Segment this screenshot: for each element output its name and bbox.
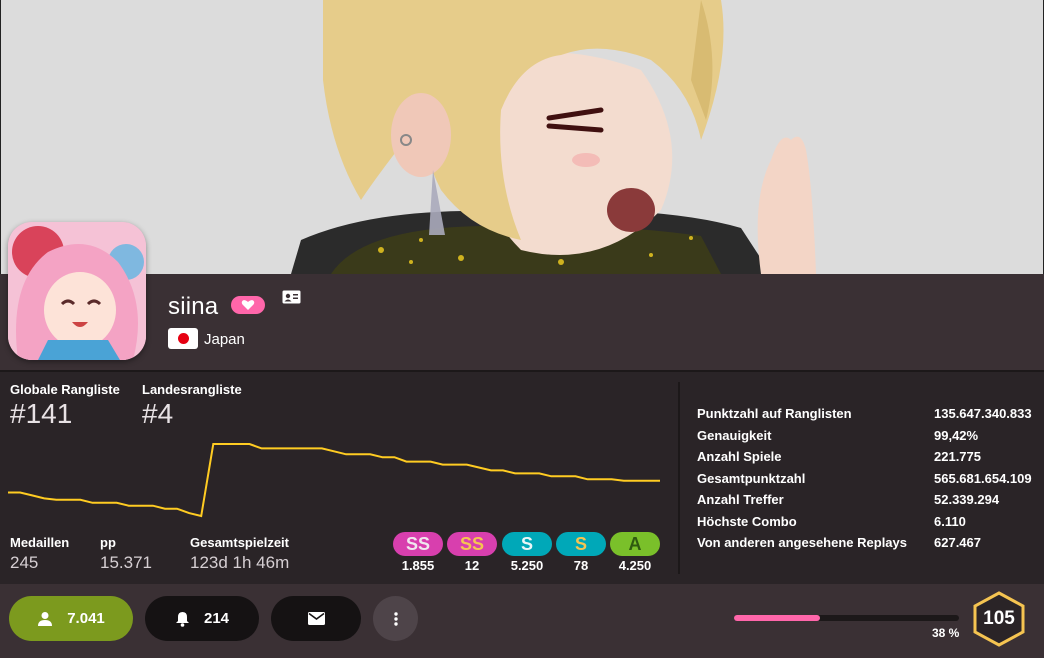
- max-combo-value: 6.110: [934, 514, 966, 529]
- global-rank-label: Globale Rangliste: [10, 382, 120, 397]
- grade-ss-silver-badge: SS: [393, 532, 443, 556]
- country-rank-label: Landesrangliste: [142, 382, 242, 397]
- avatar[interactable]: [8, 222, 146, 360]
- level-progress-bar: [734, 615, 959, 621]
- grade-ss-silver-count: 1.855: [401, 558, 435, 573]
- play-count-label: Anzahl Spiele: [697, 449, 782, 464]
- grade-s-badge: S: [556, 532, 606, 556]
- grade-s-count: 78: [573, 558, 589, 573]
- global-rank-value: #141: [10, 398, 73, 429]
- supporter-heart-icon[interactable]: [231, 296, 265, 314]
- more-options-button[interactable]: [373, 596, 418, 641]
- rank-history-graph[interactable]: [8, 440, 660, 520]
- grade-a-count: 4.250: [618, 558, 652, 573]
- japan-flag-icon: [168, 328, 198, 349]
- rank-history-line: [8, 443, 660, 518]
- max-combo-label: Höchste Combo: [697, 514, 797, 529]
- play-count-value: 221.775: [934, 449, 981, 464]
- add-friend-button[interactable]: 7.041: [9, 596, 133, 641]
- followers-count: 214: [203, 610, 230, 627]
- pp-label: pp: [100, 535, 116, 550]
- ranked-score-value: 135.647.340.833: [934, 406, 1032, 421]
- username: siina: [168, 293, 219, 320]
- bell-icon: [175, 611, 189, 627]
- total-hits-value: 52.339.294: [934, 492, 1000, 507]
- ranked-score-label: Punktzahl auf Ranglisten: [697, 406, 852, 421]
- playtime-label: Gesamtspielzeit: [190, 535, 289, 550]
- medals-value: 245: [10, 553, 39, 572]
- stats-divider: [678, 382, 680, 574]
- profile-cover-image: [0, 0, 1044, 274]
- contact-card-icon[interactable]: [282, 290, 301, 304]
- follow-notifications-button[interactable]: 214: [145, 596, 259, 641]
- country-rank-value: #4: [142, 398, 174, 429]
- grade-ss-badge: SS: [447, 532, 497, 556]
- level-progress-fill: [734, 615, 820, 621]
- grade-s-silver-count: 5.250: [510, 558, 544, 573]
- total-hits-label: Anzahl Treffer: [697, 492, 784, 507]
- country-name[interactable]: Japan: [204, 331, 245, 348]
- playtime-value: 123d 1h 46m: [190, 553, 290, 572]
- grade-s-silver-badge: S: [502, 532, 552, 556]
- accuracy-label: Genauigkeit: [697, 428, 772, 443]
- profile-header: [0, 274, 1044, 370]
- level-progress-label: 38 %: [932, 626, 960, 640]
- more-vertical-icon: [393, 611, 398, 626]
- level-badge: 105: [972, 591, 1026, 647]
- total-score-label: Gesamtpunktzahl: [697, 471, 806, 486]
- replays-watched-label: Von anderen angesehene Replays: [697, 535, 907, 550]
- envelope-icon: [307, 612, 325, 625]
- replays-watched-value: 627.467: [934, 535, 981, 550]
- accuracy-value: 99,42%: [934, 428, 979, 443]
- grade-a-badge: A: [610, 532, 660, 556]
- level-value: 105: [983, 608, 1015, 629]
- total-score-value: 565.681.654.109: [934, 471, 1032, 486]
- friends-count: 7.041: [67, 610, 105, 627]
- send-message-button[interactable]: [271, 596, 361, 641]
- medals-label: Medaillen: [10, 535, 70, 550]
- pp-value: 15.371: [100, 553, 152, 572]
- user-icon: [38, 611, 53, 626]
- grade-ss-count: 12: [464, 558, 480, 573]
